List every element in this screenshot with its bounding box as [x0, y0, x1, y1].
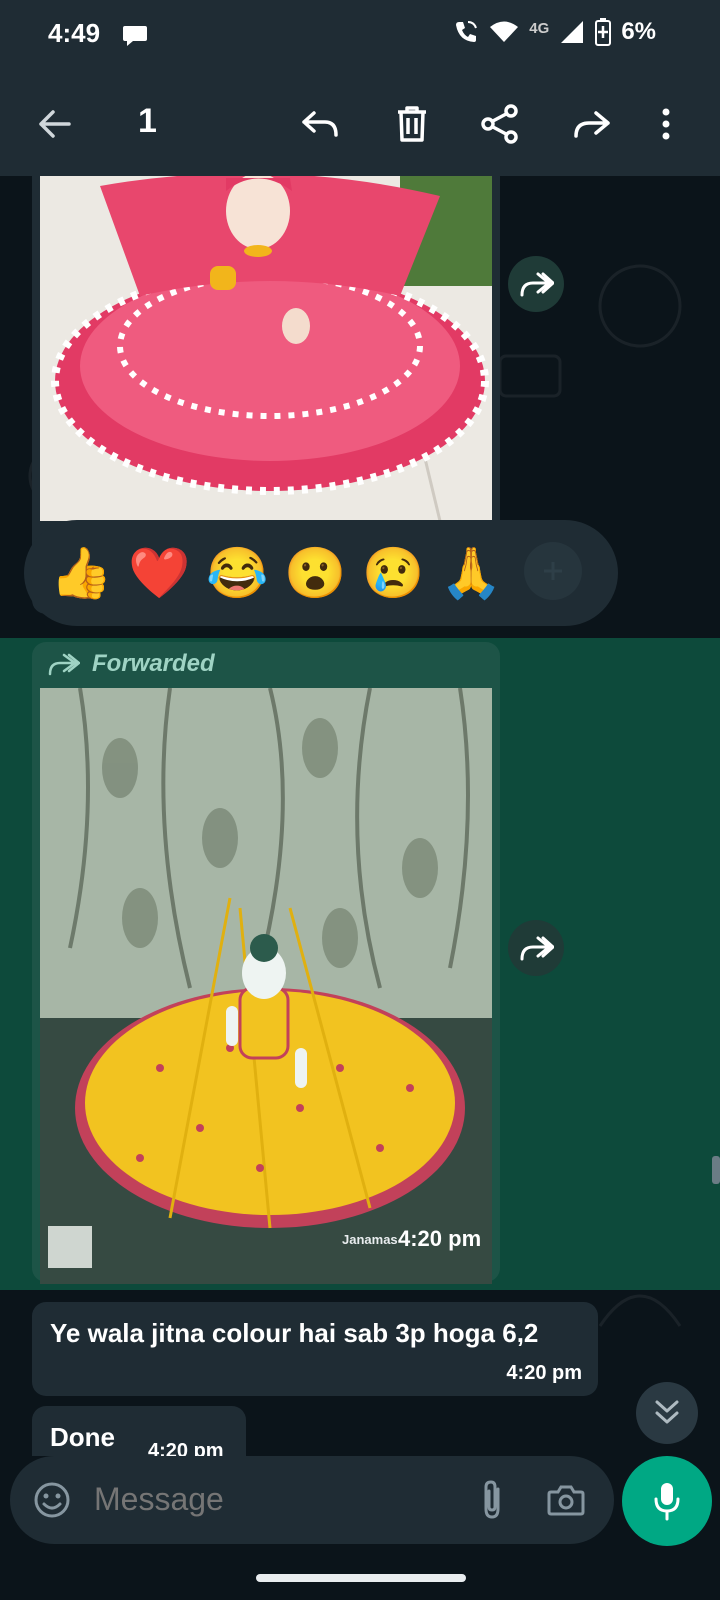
forward-icon — [574, 111, 610, 138]
image-2-time: 4:20 pm — [398, 1226, 482, 1251]
microphone-icon — [654, 1483, 680, 1521]
reaction-pray[interactable]: 🙏 — [440, 542, 502, 604]
paperclip-icon — [484, 1480, 500, 1519]
camera-button[interactable] — [542, 1476, 590, 1524]
message-image-yellow-dress[interactable] — [40, 688, 492, 1284]
share-icon — [481, 104, 518, 144]
selection-app-bar: 1 — [0, 72, 720, 176]
forwarded-icon — [48, 653, 80, 676]
more-options-button[interactable] — [648, 98, 684, 150]
pink-dress-photo — [40, 176, 492, 521]
system-navigation-bar — [0, 1552, 720, 1600]
emoji-button[interactable] — [28, 1476, 76, 1524]
reaction-thumbs-up[interactable]: 👍 — [50, 542, 112, 604]
scroll-to-bottom-button[interactable] — [636, 1382, 698, 1444]
emoji-icon — [34, 1482, 70, 1518]
message-image-pink-dress[interactable] — [40, 176, 492, 521]
reply-button[interactable] — [296, 100, 344, 148]
message-text: Ye wala jitna colour hai sab 3p hoga 6,2 — [50, 1318, 539, 1348]
double-chevron-down-icon — [655, 1400, 679, 1424]
reaction-surprised[interactable]: 😮 — [284, 542, 346, 604]
forward-button[interactable] — [566, 100, 618, 148]
message-input-box — [10, 1456, 614, 1544]
wifi-icon — [490, 21, 519, 42]
battery-icon — [595, 18, 612, 46]
network-type: 4G — [529, 19, 550, 37]
forward-icon — [520, 936, 554, 961]
wifi-calling-icon — [456, 21, 478, 42]
trash-icon — [398, 106, 426, 142]
message-time: 4:20 pm — [148, 1440, 224, 1456]
status-time: 4:49 — [48, 18, 101, 48]
reaction-crying[interactable]: 😢 — [362, 542, 424, 604]
message-text: Done — [50, 1422, 115, 1452]
chat-area[interactable]: 👍 ❤️ 😂 😮 😢 🙏 Forwarded Janamas 4:20 pm Y… — [0, 176, 720, 1456]
message-composer — [0, 1456, 720, 1552]
logo-badge — [48, 1226, 92, 1268]
more-vert-icon — [662, 108, 670, 140]
back-arrow-icon — [39, 110, 71, 138]
status-icons: 4G 6% — [453, 18, 656, 46]
share-button[interactable] — [474, 98, 526, 150]
forward-image-1-button[interactable] — [508, 256, 564, 312]
reaction-picker: 👍 ❤️ 😂 😮 😢 🙏 — [24, 520, 618, 626]
image-watermark: Janamas — [342, 1232, 398, 1247]
forward-image-2-button[interactable] — [508, 920, 564, 976]
reaction-laughing[interactable]: 😂 — [206, 542, 268, 604]
message-bubble-text-1[interactable]: Ye wala jitna colour hai sab 3p hoga 6,2… — [32, 1302, 598, 1396]
selected-count: 1 — [138, 102, 157, 140]
message-bubble-text-2[interactable]: Done 4:20 pm — [32, 1406, 246, 1456]
back-button[interactable] — [30, 100, 78, 148]
reaction-heart[interactable]: ❤️ — [128, 542, 190, 604]
message-input[interactable] — [92, 1480, 436, 1519]
delete-button[interactable] — [388, 98, 436, 150]
reply-icon — [302, 111, 338, 137]
status-bar: 4:49 4G 6% — [0, 0, 720, 72]
signal-icon — [561, 21, 584, 43]
more-reactions-button[interactable] — [524, 542, 582, 600]
voice-message-button[interactable] — [622, 1456, 712, 1546]
battery-level: 6% — [621, 18, 656, 45]
home-gesture-handle[interactable] — [256, 1574, 466, 1582]
plus-icon — [544, 562, 562, 580]
forwarded-label: Forwarded — [92, 650, 215, 677]
yellow-dress-photo — [40, 688, 492, 1284]
forward-icon — [520, 272, 554, 297]
chat-notification-icon — [123, 26, 147, 46]
camera-icon — [547, 1485, 585, 1516]
message-time: 4:20 pm — [506, 1362, 582, 1384]
scrollbar-thumb[interactable] — [712, 1156, 720, 1184]
attach-button[interactable] — [472, 1476, 512, 1524]
